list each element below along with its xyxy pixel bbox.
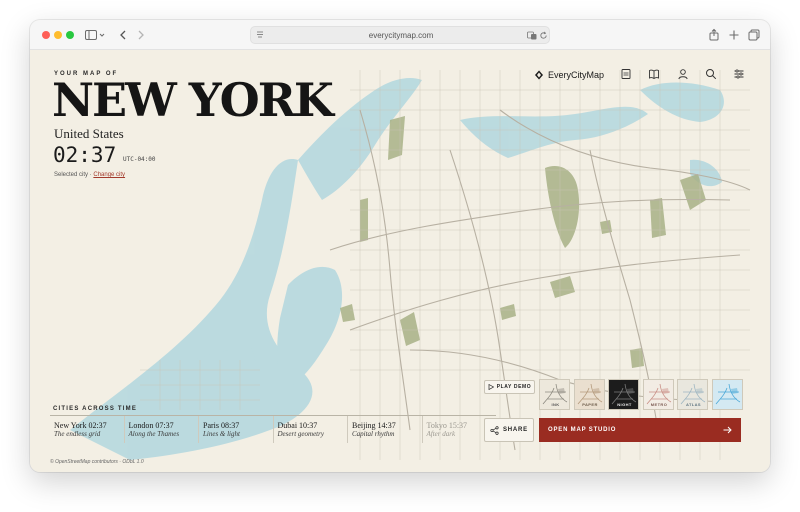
close-window-button[interactable] (42, 31, 50, 39)
url-text: everycitymap.com (368, 31, 434, 40)
city-item-desc: Desert geometry (277, 430, 324, 438)
city-item-new-york[interactable]: New York 02:37 The endless grid (50, 416, 125, 443)
share-icon (490, 425, 499, 435)
share-browser-icon[interactable] (707, 28, 721, 42)
calendar-icon[interactable] (620, 68, 632, 80)
cities-across-time: New York 02:37 The endless grid London 0… (50, 415, 496, 443)
share-label: SHARE (502, 427, 528, 433)
city-item-name: New York 02:37 (54, 421, 107, 430)
city-item-desc: Lines & light (203, 430, 240, 438)
map-style-thumb[interactable] (711, 379, 743, 410)
city-item-desc: The endless grid (54, 430, 101, 438)
translate-icon[interactable] (527, 31, 537, 40)
city-item-london[interactable]: London 07:37 Along the Thames (125, 416, 199, 443)
browser-toolbar: everycitymap.com (30, 20, 770, 50)
address-bar[interactable]: everycitymap.com (250, 26, 550, 44)
reload-icon[interactable] (539, 31, 548, 40)
map-style-thumb[interactable]: NIGHT (608, 379, 639, 410)
arrow-right-icon (723, 426, 732, 434)
selected-city-prefix: Selected city · (54, 172, 92, 178)
map-style-thumb[interactable]: ATLAS (677, 379, 708, 410)
map-style-preview (715, 383, 740, 405)
city-item-name: Beijing 14:37 (352, 421, 396, 430)
selected-city-line: Selected city · Change city (54, 172, 125, 178)
book-icon[interactable] (648, 68, 660, 80)
search-icon[interactable] (705, 68, 717, 80)
chevron-down-icon[interactable] (98, 28, 106, 42)
timezone-label: UTC-04:00 (123, 156, 156, 163)
minimize-window-button[interactable] (54, 31, 62, 39)
country-name: United States (54, 126, 124, 141)
tab-overview-icon[interactable] (747, 28, 761, 42)
forward-icon[interactable] (134, 28, 148, 42)
brand-name: EveryCityMap (548, 70, 605, 80)
map-style-label: METRO (650, 402, 668, 407)
brand-logo[interactable]: EveryCityMap (534, 68, 604, 82)
city-item-desc: Along the Thames (128, 430, 180, 438)
map-style-thumb[interactable]: INK (539, 379, 570, 410)
sidebar-icon[interactable] (84, 28, 98, 42)
city-item-desc: Capital rhythm (352, 430, 395, 438)
open-map-studio-button[interactable]: OPEN MAP STUDIO (539, 418, 741, 442)
map-style-label: PAPER (582, 402, 598, 407)
map-style-label: INK (551, 402, 560, 407)
zoom-window-button[interactable] (66, 31, 74, 39)
map-style-thumb[interactable]: PAPER (573, 379, 605, 410)
city-item-name: Paris 08:37 (203, 421, 240, 430)
brand-icon (535, 70, 543, 80)
city-title: NEW YORK (52, 73, 334, 127)
city-item-name: Dubai 10:37 (277, 421, 318, 430)
open-map-studio-label: OPEN MAP STUDIO (548, 427, 617, 433)
city-item-paris[interactable]: Paris 08:37 Lines & light (199, 416, 274, 443)
share-button[interactable]: SHARE (484, 418, 534, 442)
local-time: 02:37 (53, 143, 117, 167)
city-item-name: London 07:37 (128, 421, 174, 430)
map-style-thumb[interactable]: METRO (642, 379, 674, 410)
new-tab-icon[interactable] (727, 28, 741, 42)
map-credits: © OpenStreetMap contributors · ODbL 1.0 (50, 459, 144, 465)
map-page: YOUR MAP OF NEW YORK United States 02:37… (30, 50, 770, 472)
settings-sliders-icon[interactable] (733, 68, 745, 80)
back-icon[interactable] (116, 28, 130, 42)
cities-section-label: CITIES ACROSS TIME (53, 406, 138, 412)
map-style-label: ATLAS (685, 402, 702, 407)
change-city-link[interactable]: Change city (93, 172, 125, 178)
browser-window: everycitymap.com YOUR MAP OF NEW YORK Un… (30, 20, 770, 472)
city-item-dubai[interactable]: Dubai 10:37 Desert geometry (274, 416, 348, 443)
play-icon (488, 384, 494, 390)
play-demo-button[interactable]: PLAY DEMO (484, 380, 535, 394)
play-demo-label: PLAY DEMO (496, 384, 532, 390)
user-icon[interactable] (677, 68, 689, 80)
city-item-beijing[interactable]: Beijing 14:37 Capital rhythm (348, 416, 423, 443)
map-style-label: NIGHT (617, 402, 632, 407)
